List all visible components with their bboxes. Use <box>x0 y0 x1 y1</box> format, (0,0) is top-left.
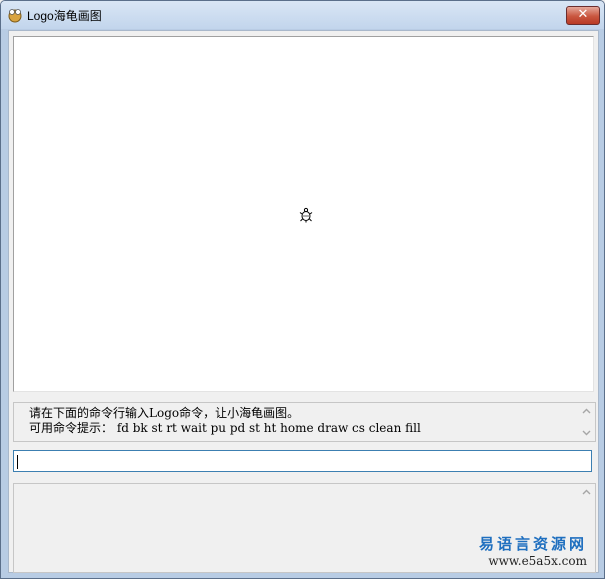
drawing-canvas <box>13 36 594 392</box>
scroll-down-icon[interactable] <box>582 428 591 437</box>
client-area: 请在下面的命令行输入Logo命令，让小海龟画图。 可用命令提示： fd bk s… <box>8 30 599 573</box>
scroll-up-icon[interactable] <box>582 488 591 497</box>
output-textbox: 易语言资源网 www.e5a5x.com <box>13 483 596 573</box>
scroll-up-icon[interactable] <box>582 407 591 416</box>
app-window: Logo海龟画图 ✕ 请在下面的命令行输入Logo命令，让小海龟画图。 可用命令… <box>0 0 605 579</box>
window-title: Logo海龟画图 <box>27 9 102 23</box>
watermark-url: www.e5a5x.com <box>488 554 587 568</box>
hint-textbox: 请在下面的命令行输入Logo命令，让小海龟画图。 可用命令提示： fd bk s… <box>13 402 596 442</box>
command-input[interactable] <box>13 450 592 472</box>
close-button[interactable]: ✕ <box>566 6 600 25</box>
hint-line-1: 请在下面的命令行输入Logo命令，让小海龟画图。 <box>29 406 300 420</box>
hint-line-2: 可用命令提示： fd bk st rt wait pu pd st ht hom… <box>29 421 421 435</box>
turtle-icon <box>299 207 313 223</box>
watermark-name: 易语言资源网 <box>478 535 587 553</box>
hint-scrollbar[interactable] <box>578 403 595 441</box>
text-caret <box>17 455 18 469</box>
app-icon <box>8 9 22 23</box>
title-bar[interactable]: Logo海龟画图 ✕ <box>1 1 604 29</box>
watermark: 易语言资源网 www.e5a5x.com <box>479 533 587 568</box>
